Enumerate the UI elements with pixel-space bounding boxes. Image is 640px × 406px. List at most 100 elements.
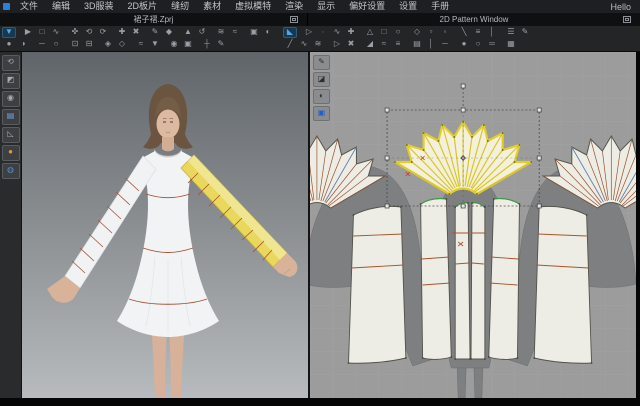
avatar-display-icon[interactable]: ● xyxy=(2,145,20,161)
menu-item-3[interactable]: 2D板片 xyxy=(121,0,165,13)
solidify-icon[interactable]: ◐ xyxy=(261,27,275,38)
marquee-handle[interactable] xyxy=(537,204,541,208)
show-seamlines-icon[interactable]: ◺ xyxy=(2,127,20,143)
pleats-icon[interactable]: ▤ xyxy=(410,39,424,50)
paint-3d-icon[interactable]: ◍ xyxy=(2,163,20,179)
steam-iron-icon[interactable]: ≋ xyxy=(214,27,228,38)
rotate-ccw-icon[interactable]: ⟲ xyxy=(82,27,96,38)
menu-item-6[interactable]: 虚拟模特 xyxy=(228,0,278,13)
shirring-icon[interactable]: ≡ xyxy=(391,39,405,50)
pattern-annotation-icon[interactable]: ✎ xyxy=(518,27,532,38)
fold-angle-icon[interactable]: ◢ xyxy=(363,39,377,50)
grading-icon[interactable]: ☰ xyxy=(504,27,518,38)
piping-icon[interactable]: ─ xyxy=(438,39,452,50)
wind-icon[interactable]: ≈ xyxy=(228,27,242,38)
surface-texture-icon[interactable]: ▤ xyxy=(2,109,20,125)
seam-allowance-icon[interactable]: ≡ xyxy=(471,27,485,38)
menu-item-5[interactable]: 素材 xyxy=(196,0,228,13)
menu-item-0[interactable]: 文件 xyxy=(13,0,45,13)
gravity-icon[interactable]: ▼ xyxy=(148,39,162,50)
marquee-handle[interactable] xyxy=(461,108,465,112)
zipper-icon[interactable]: │ xyxy=(424,39,438,50)
simulate-icon[interactable]: ▼ xyxy=(2,27,16,38)
marquee-handle[interactable] xyxy=(461,204,465,208)
snapshot-icon[interactable]: ▣ xyxy=(181,39,195,50)
marquee-handle[interactable] xyxy=(385,204,389,208)
topstitch-icon[interactable]: ═ xyxy=(485,39,499,50)
3d-viewport[interactable] xyxy=(22,52,308,398)
fixed-pin-icon[interactable]: ✚ xyxy=(115,27,129,38)
3d-pen-icon[interactable]: ✎ xyxy=(148,27,162,38)
tack-stitch-icon[interactable]: ◆ xyxy=(162,27,176,38)
marquee-handle[interactable] xyxy=(537,156,541,160)
buttonhole-icon[interactable]: ○ xyxy=(471,39,485,50)
marquee-handle[interactable] xyxy=(385,108,389,112)
account-greeting[interactable]: Hello xyxy=(610,2,640,12)
dart-icon[interactable]: ◇ xyxy=(410,27,424,38)
trace-icon[interactable]: ╲ xyxy=(457,27,471,38)
circle-pattern-icon[interactable]: ○ xyxy=(391,27,405,38)
reset-camera-icon[interactable]: ⟲ xyxy=(2,55,20,71)
arrangement-points-icon[interactable]: ⊡ xyxy=(68,39,82,50)
rotate-cw-icon[interactable]: ⟳ xyxy=(96,27,110,38)
polygon-pattern-icon[interactable]: △ xyxy=(363,27,377,38)
skin-offset-icon[interactable]: ◇ xyxy=(115,39,129,50)
show-avatar-icon[interactable]: ◉ xyxy=(2,91,20,107)
elastic-band-icon[interactable]: ≈ xyxy=(377,39,391,50)
tape-measure-icon[interactable]: ─ xyxy=(35,39,49,50)
edit-point-icon[interactable]: ∙ xyxy=(316,27,330,38)
edit-curve-icon[interactable]: ∿ xyxy=(330,27,344,38)
select-move-icon[interactable]: ▶ xyxy=(21,27,35,38)
menu-item-7[interactable]: 渲染 xyxy=(278,0,310,13)
remove-pin-icon[interactable]: ✖ xyxy=(129,27,143,38)
rectangle-pattern-icon[interactable]: □ xyxy=(377,27,391,38)
bounding-volume-icon[interactable]: ⊟ xyxy=(82,39,96,50)
2d-pattern-viewport[interactable]: ✎ ◪ ◐ ▣ xyxy=(310,52,640,398)
edit-stitch-2d-icon[interactable]: ✎ xyxy=(313,55,330,70)
menu-item-10[interactable]: 设置 xyxy=(392,0,424,13)
internal-circle-icon[interactable]: ◦ xyxy=(438,27,452,38)
show-garment-icon[interactable]: ◩ xyxy=(2,73,20,89)
float-window-icon[interactable] xyxy=(290,16,298,23)
add-point-icon[interactable]: ✚ xyxy=(344,27,358,38)
float-window-icon[interactable] xyxy=(623,16,631,23)
render-view-icon[interactable]: ◉ xyxy=(167,39,181,50)
show-garment-2d-icon[interactable]: ◪ xyxy=(313,72,330,87)
circumference-measure-icon[interactable]: ○ xyxy=(49,39,63,50)
3d-viewport-canvas[interactable] xyxy=(22,52,308,398)
transform-pattern-icon[interactable]: ◣ xyxy=(283,27,297,38)
arrange-garment-icon[interactable]: ▲ xyxy=(181,27,195,38)
marquee-handle[interactable] xyxy=(461,84,465,88)
box-select-icon[interactable]: □ xyxy=(35,27,49,38)
x-ray-joints-icon[interactable]: ◈ xyxy=(101,39,115,50)
menu-item-8[interactable]: 显示 xyxy=(310,0,342,13)
wind-controller-icon[interactable]: ≈ xyxy=(134,39,148,50)
2d-pattern-canvas[interactable] xyxy=(310,52,636,398)
menu-item-11[interactable]: 手册 xyxy=(424,0,456,13)
measure-icon[interactable]: ┼ xyxy=(200,39,214,50)
lasso-select-icon[interactable]: ∿ xyxy=(49,27,63,38)
contrast-mode-icon[interactable]: ◐ xyxy=(313,89,330,104)
avatar-edit-icon[interactable]: ● xyxy=(2,39,16,50)
marquee-handle[interactable] xyxy=(537,108,541,112)
menu-item-1[interactable]: 编辑 xyxy=(45,0,77,13)
menu-item-9[interactable]: 偏好设置 xyxy=(342,0,392,13)
avatar-pose-icon[interactable]: ◑ xyxy=(16,39,30,50)
internal-rectangle-icon[interactable]: ▫ xyxy=(424,27,438,38)
texture-editor-icon[interactable]: ▦ xyxy=(504,39,518,50)
edit-sewing-icon[interactable]: ▷ xyxy=(330,39,344,50)
texture-mode-icon[interactable]: ▣ xyxy=(313,106,330,121)
edit-pattern-icon[interactable]: ▷ xyxy=(302,27,316,38)
button-icon[interactable]: ● xyxy=(457,39,471,50)
detach-sewing-icon[interactable]: ✖ xyxy=(344,39,358,50)
segment-sewing-icon[interactable]: ╱ xyxy=(283,39,297,50)
menu-item-4[interactable]: 缝纫 xyxy=(164,0,196,13)
notch-icon[interactable]: │ xyxy=(485,27,499,38)
reset-arrangement-icon[interactable]: ↺ xyxy=(195,27,209,38)
marquee-handle[interactable] xyxy=(385,156,389,160)
menu-item-2[interactable]: 3D服装 xyxy=(77,0,121,13)
free-sewing-icon[interactable]: ∿ xyxy=(297,39,311,50)
fit-check-icon[interactable]: ▣ xyxy=(247,27,261,38)
translate-gizmo-icon[interactable]: ✜ xyxy=(68,27,82,38)
mn-sewing-icon[interactable]: ≋ xyxy=(311,39,325,50)
